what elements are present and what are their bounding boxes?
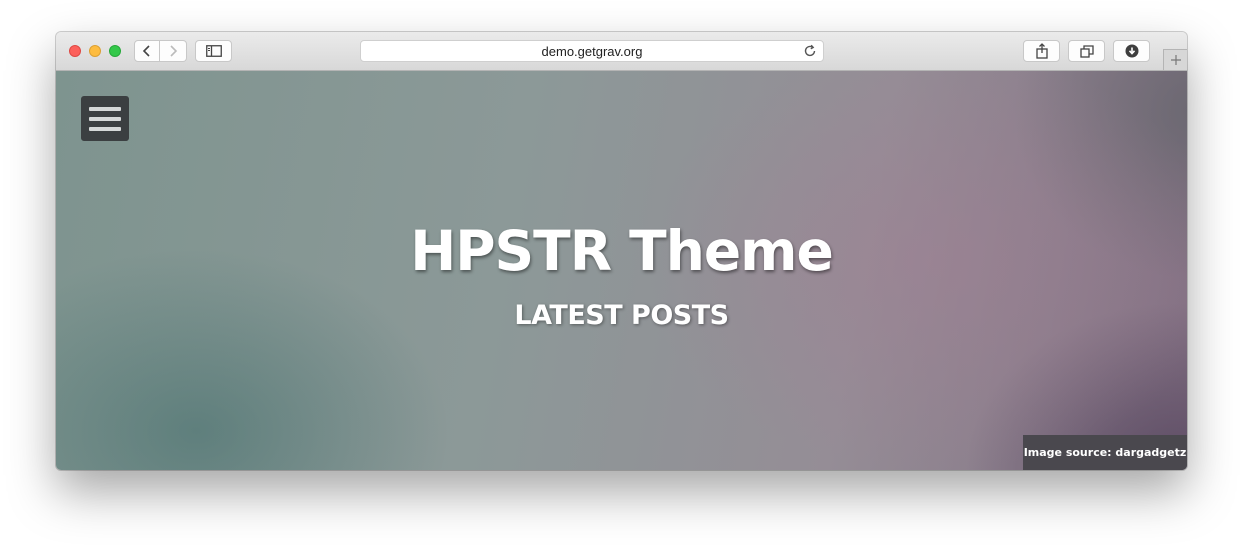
- address-bar[interactable]: demo.getgrav.org: [360, 40, 824, 62]
- menu-button[interactable]: [81, 96, 129, 141]
- back-button[interactable]: [134, 40, 160, 62]
- hamburger-menu-icon-line: [89, 126, 121, 131]
- reload-icon: [804, 44, 816, 57]
- hamburger-menu-icon: [89, 106, 121, 111]
- browser-window: demo.getgrav.org HPSTR Theme LATEST POST…: [56, 32, 1187, 470]
- site-title: HPSTR Theme: [410, 219, 834, 283]
- image-credit-badge: Image source: dargadgetz: [1023, 435, 1187, 470]
- page-hero: HPSTR Theme LATEST POSTS Image source: d…: [56, 71, 1187, 470]
- url-text: demo.getgrav.org: [541, 43, 643, 59]
- downloads-button[interactable]: [1113, 40, 1150, 62]
- image-credit-text: Image source: dargadgetz: [1023, 446, 1187, 459]
- download-icon: [1125, 44, 1138, 58]
- tabs-overview-button[interactable]: [1068, 40, 1105, 62]
- tabs-overview-icon: [1079, 44, 1094, 58]
- page-subtitle: LATEST POSTS: [514, 300, 729, 331]
- minimize-window-button[interactable]: [89, 45, 101, 57]
- chevron-right-icon: [170, 45, 178, 57]
- hamburger-menu-icon-line: [89, 116, 121, 121]
- share-icon: [1035, 43, 1048, 59]
- forward-button[interactable]: [160, 40, 187, 62]
- share-button[interactable]: [1023, 40, 1060, 62]
- plus-icon: [1170, 55, 1181, 65]
- browser-toolbar: demo.getgrav.org: [56, 32, 1187, 71]
- reload-button[interactable]: [803, 44, 817, 61]
- sidebar-toggle-button[interactable]: [195, 40, 232, 62]
- sidebar-icon: [205, 45, 222, 57]
- chevron-left-icon: [142, 45, 150, 57]
- close-window-button[interactable]: [69, 45, 81, 57]
- zoom-window-button[interactable]: [109, 45, 121, 57]
- new-tab-button[interactable]: [1163, 49, 1187, 70]
